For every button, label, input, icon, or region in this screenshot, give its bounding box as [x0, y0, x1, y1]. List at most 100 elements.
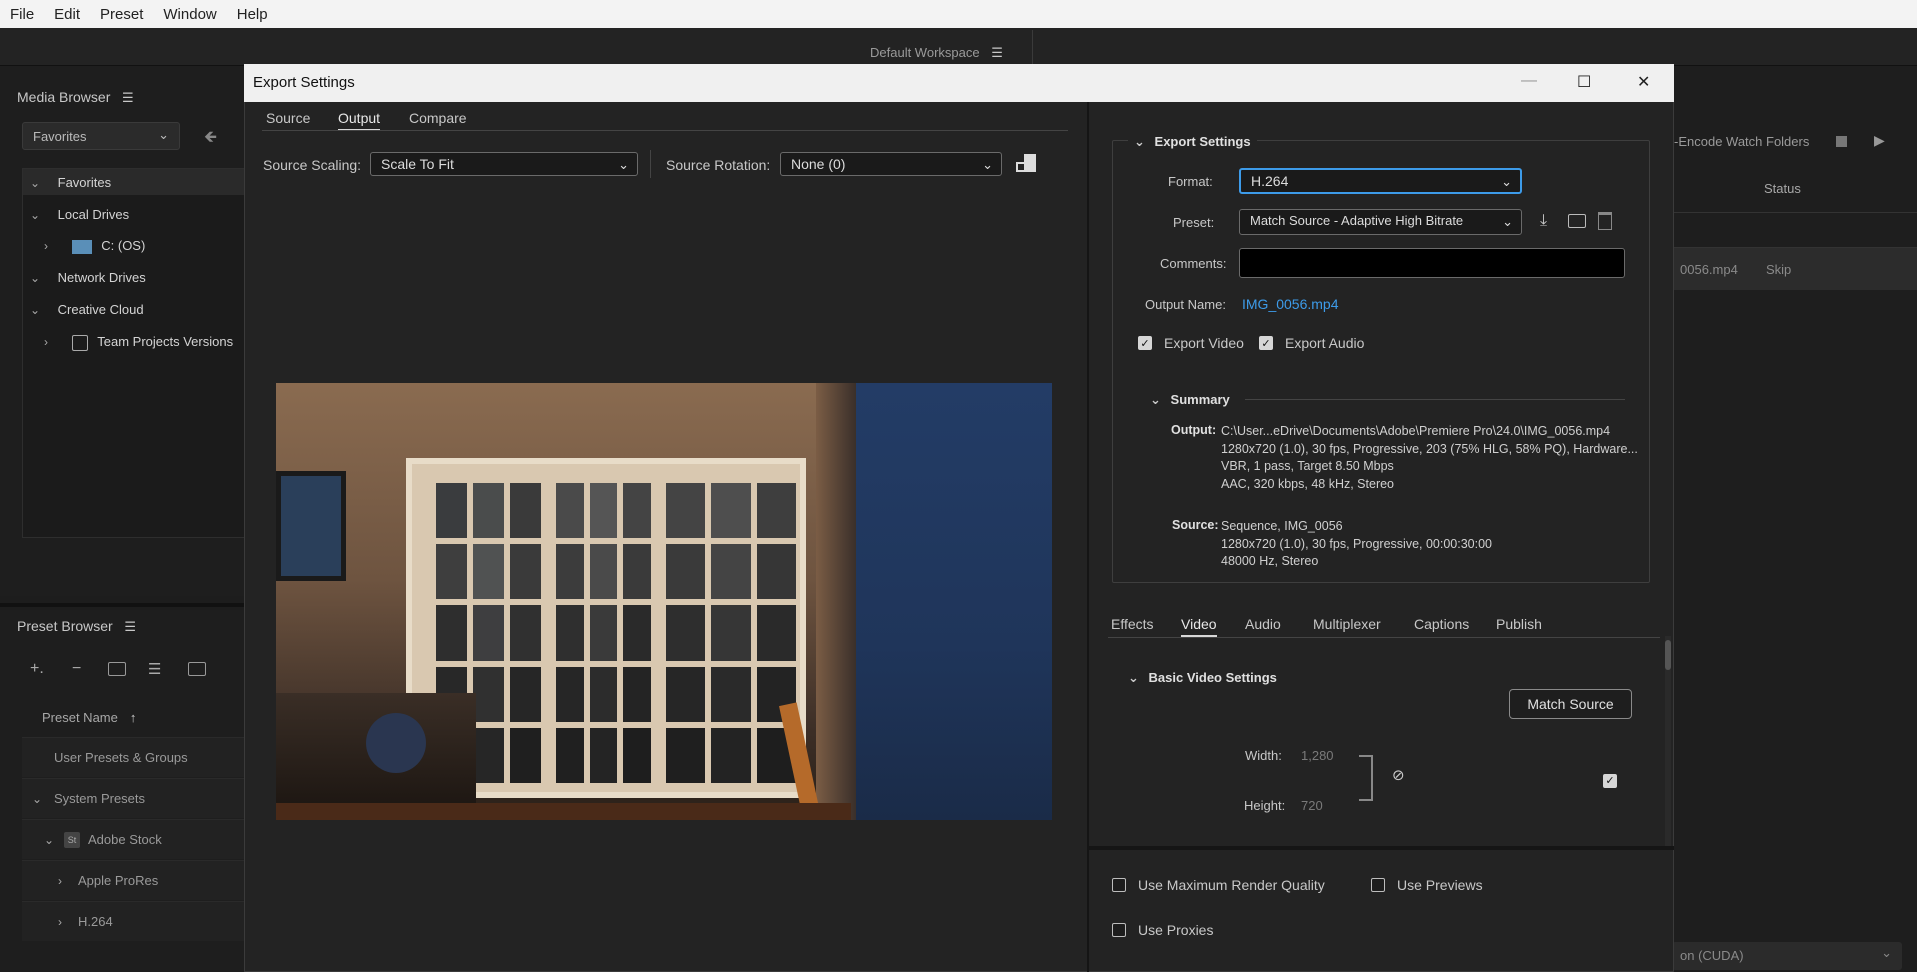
panel-title: Preset Browser [17, 618, 113, 634]
comments-label: Comments: [1160, 256, 1227, 271]
tree-item-c-drive[interactable]: › C: (OS) [44, 238, 145, 254]
tree-item-network-drives[interactable]: ⌄ Network Drives [30, 270, 146, 285]
match-source-button[interactable]: Match Source [1509, 689, 1632, 719]
scale-checkbox[interactable]: ✓ [1603, 772, 1617, 788]
summary-output: C:\User...eDrive\Documents\Adobe\Premier… [1221, 424, 1638, 491]
chevron-down-icon: ⌄ [44, 832, 55, 847]
hamburger-icon[interactable]: ☰ [124, 619, 136, 635]
queue-separator [1672, 212, 1917, 248]
tree-item-favorites[interactable]: ⌄ Favorites [30, 175, 111, 190]
checkmark-icon: ✓ [1259, 336, 1273, 350]
queue-item-name: 0056.mp4 [1680, 262, 1738, 277]
renderer-dropdown[interactable]: on (CUDA) ⌄ [1672, 942, 1902, 970]
minimize-icon[interactable]: — [1521, 72, 1537, 90]
chevron-down-icon: ⌄ [618, 157, 629, 172]
watch-folders-tab[interactable]: -Encode Watch Folders [1674, 134, 1809, 149]
basic-video-section-header[interactable]: ⌄ Basic Video Settings [1128, 670, 1277, 686]
output-name-link[interactable]: IMG_0056.mp4 [1242, 296, 1339, 312]
video-preview [276, 383, 1052, 820]
chevron-right-icon: › [44, 239, 48, 253]
preset-row-h264[interactable]: › H.264 [22, 901, 245, 941]
tab-output[interactable]: Output [338, 110, 381, 131]
media-tree [22, 168, 245, 538]
dropdown-value: Favorites [33, 129, 87, 144]
preset-label: Preset: [1173, 215, 1215, 230]
chevron-down-icon: ⌄ [30, 303, 41, 317]
tab-audio[interactable]: Audio [1245, 616, 1281, 632]
chevron-down-icon: ⌄ [30, 176, 41, 190]
tabs-underline [262, 130, 1068, 131]
export-audio-checkbox[interactable]: ✓ Export Audio [1259, 335, 1364, 351]
tab-publish[interactable]: Publish [1496, 616, 1542, 632]
import-preset-icon[interactable] [188, 662, 206, 676]
queue-item-status: Skip [1766, 262, 1792, 277]
checkmark-icon: ✓ [1603, 773, 1617, 788]
remove-preset-icon[interactable]: − [72, 660, 81, 678]
pane-divider [1087, 102, 1089, 972]
unlink-aspect-icon[interactable]: ⊘ [1392, 766, 1405, 784]
add-preset-icon[interactable]: +. [30, 660, 44, 678]
tab-compare[interactable]: Compare [409, 110, 467, 126]
format-select[interactable]: H.264 ⌄ [1239, 168, 1522, 194]
tab-video[interactable]: Video [1181, 616, 1217, 637]
tree-item-team-projects[interactable]: › Team Projects Versions [44, 334, 233, 351]
chevron-down-icon: ⌄ [158, 127, 169, 142]
export-video-checkbox[interactable]: ✓ Export Video [1138, 335, 1244, 351]
preset-row-user[interactable]: User Presets & Groups [22, 737, 245, 777]
source-rotation-select[interactable]: None (0) ⌄ [780, 152, 1002, 176]
menu-preset[interactable]: Preset [90, 6, 153, 23]
menu-edit[interactable]: Edit [44, 6, 90, 23]
workspace-switcher[interactable]: Default Workspace ☰ [870, 45, 1003, 61]
chevron-down-icon: ⌄ [1150, 392, 1161, 407]
new-group-icon[interactable] [108, 662, 126, 676]
export-settings-section-header[interactable]: ⌄ Export Settings [1128, 134, 1257, 150]
scrollbar-thumb[interactable] [1665, 640, 1671, 670]
stock-icon: St [64, 831, 80, 848]
max-render-quality-checkbox[interactable]: Use Maximum Render Quality [1112, 877, 1325, 893]
comments-input[interactable] [1239, 248, 1625, 278]
divider [650, 150, 651, 178]
bottom-divider [1088, 846, 1674, 850]
import-preset-icon[interactable] [1568, 214, 1586, 228]
trash-icon[interactable] [1598, 212, 1612, 230]
maximize-icon[interactable]: ☐ [1577, 72, 1591, 92]
close-icon[interactable]: ✕ [1637, 72, 1650, 92]
preset-row-system[interactable]: ⌄ System Presets [22, 778, 245, 818]
preset-select[interactable]: Match Source - Adaptive High Bitrate ⌄ [1239, 209, 1522, 235]
tab-captions[interactable]: Captions [1414, 616, 1469, 632]
summary-section-header[interactable]: ⌄ Summary [1150, 392, 1230, 408]
crop-icon[interactable] [1014, 152, 1038, 176]
tree-item-local-drives[interactable]: ⌄ Local Drives [30, 207, 129, 222]
chevron-down-icon: ⌄ [1501, 174, 1512, 189]
save-preset-icon[interactable]: ⤓ [1540, 212, 1547, 230]
back-arrow-icon[interactable]: 🡸 [204, 126, 217, 153]
panel-divider [0, 603, 245, 607]
menu-file[interactable]: File [0, 6, 44, 23]
checkmark-icon: ✓ [1138, 336, 1152, 350]
source-scaling-select[interactable]: Scale To Fit ⌄ [370, 152, 638, 176]
tree-item-creative-cloud[interactable]: ⌄ Creative Cloud [30, 302, 144, 317]
use-proxies-checkbox[interactable]: Use Proxies [1112, 922, 1213, 938]
use-previews-checkbox[interactable]: Use Previews [1371, 877, 1483, 893]
tab-multiplexer[interactable]: Multiplexer [1313, 616, 1381, 632]
settings-sliders-icon[interactable]: ☰ [148, 660, 161, 678]
play-icon[interactable]: ▶ [1874, 132, 1885, 149]
dialog-title: Export Settings [253, 74, 355, 91]
tab-source[interactable]: Source [266, 110, 310, 126]
hamburger-icon[interactable]: ☰ [122, 90, 134, 106]
divider [1032, 30, 1033, 64]
menu-help[interactable]: Help [227, 6, 278, 23]
width-value[interactable]: 1,280 [1301, 748, 1334, 763]
preset-row-adobe-stock[interactable]: ⌄ St Adobe Stock [22, 819, 245, 859]
settings-scrollbar[interactable] [1665, 636, 1671, 846]
menu-window[interactable]: Window [153, 6, 226, 23]
preset-row-apple-prores[interactable]: › Apple ProRes [22, 860, 245, 900]
favorites-dropdown[interactable]: Favorites ⌄ [22, 122, 180, 150]
height-value[interactable]: 720 [1301, 798, 1323, 813]
stop-icon[interactable] [1836, 136, 1847, 147]
preset-column-header[interactable]: Preset Name ↑ [22, 697, 245, 737]
drive-icon [71, 239, 92, 254]
chevron-down-icon: ⌄ [1502, 214, 1513, 229]
tab-effects[interactable]: Effects [1111, 616, 1154, 632]
queue-panel [1660, 66, 1917, 972]
